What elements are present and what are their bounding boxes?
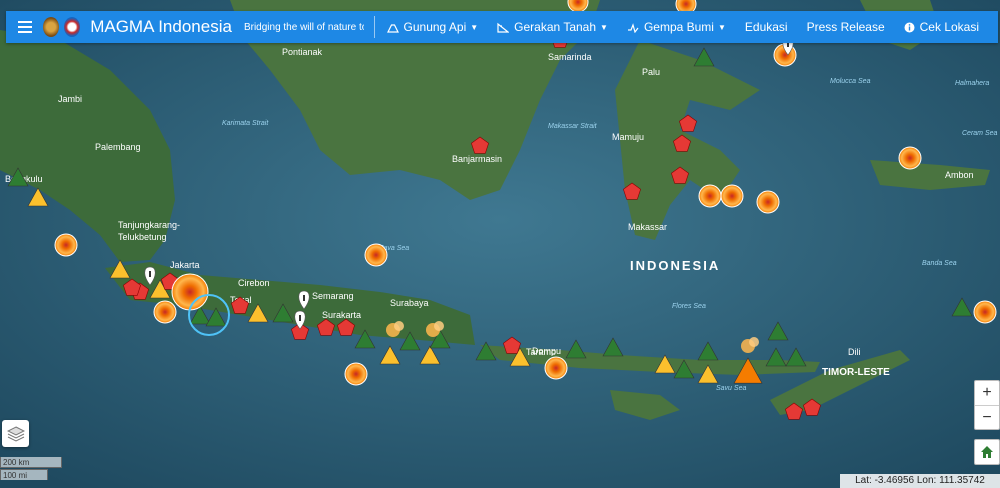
eruption-plume-icon xyxy=(434,321,444,331)
menu-gerakan-tanah-label: Gerakan Tanah xyxy=(514,20,597,34)
city-label: Mamuju xyxy=(612,132,644,142)
chevron-down-icon: ▼ xyxy=(470,22,479,32)
navbar-menu: Gunung Api ▼ Gerakan Tanah ▼ Gempa Bumi ▼ E… xyxy=(386,20,998,34)
top-navbar: MAGMA Indonesia Bridging the will of nat… xyxy=(6,11,998,43)
layers-button[interactable] xyxy=(2,420,29,447)
menu-gunung-api[interactable]: Gunung Api ▼ xyxy=(386,20,479,34)
menu-gempa-bumi[interactable]: Gempa Bumi ▼ xyxy=(627,20,726,34)
zoom-in-button[interactable]: + xyxy=(975,381,999,406)
city-label: Pontianak xyxy=(282,47,323,57)
city-label: Dili xyxy=(848,347,861,357)
sea-label: Banda Sea xyxy=(922,260,957,267)
layers-icon xyxy=(6,425,25,442)
earthquake-marker[interactable] xyxy=(54,233,78,257)
sea-label: Molucca Sea xyxy=(830,78,871,85)
sea-label: Ceram Sea xyxy=(962,130,998,137)
magma-logo xyxy=(64,17,81,37)
chevron-down-icon: ▼ xyxy=(717,22,726,32)
city-label: Surabaya xyxy=(390,298,429,308)
menu-gerakan-tanah[interactable]: Gerakan Tanah ▼ xyxy=(497,20,608,34)
eruption-plume-icon xyxy=(749,337,759,347)
zoom-control: + − xyxy=(974,380,1000,430)
earthquake-marker[interactable] xyxy=(171,273,209,311)
hamburger-menu-icon[interactable] xyxy=(18,11,36,43)
menu-cek-lokasi[interactable]: Cek Lokasi xyxy=(904,20,979,34)
esdm-logo xyxy=(42,17,59,37)
home-button[interactable] xyxy=(974,439,1000,465)
menu-gunung-api-label: Gunung Api xyxy=(403,20,467,34)
menu-edukasi-label: Edukasi xyxy=(744,20,788,34)
earthquake-icon xyxy=(627,22,639,33)
sea-label: Karimata Strait xyxy=(222,120,269,127)
brand-title[interactable]: MAGMA Indonesia xyxy=(90,17,232,37)
earthquake-marker[interactable] xyxy=(344,362,368,386)
menu-edukasi[interactable]: Edukasi xyxy=(745,20,788,34)
city-label: Jambi xyxy=(58,94,82,104)
info-pin-mark xyxy=(149,271,151,277)
home-icon xyxy=(981,446,993,458)
city-label: Surakarta xyxy=(322,310,361,320)
city-label: Telukbetung xyxy=(118,232,167,242)
city-label: Cirebon xyxy=(238,278,270,288)
sea-label: Halmahera xyxy=(955,80,989,87)
eruption-plume-icon xyxy=(394,321,404,331)
city-label: Semarang xyxy=(312,291,354,301)
earthquake-marker[interactable] xyxy=(698,184,722,208)
sea-label: Makassar Strait xyxy=(548,123,598,130)
map-canvas[interactable]: INDONESIA TIMOR-LESTE Pontianak Samarinda… xyxy=(0,0,1000,488)
city-label: Banjarmasin xyxy=(452,154,502,164)
info-icon xyxy=(904,22,915,32)
coordinate-readout: Lat: -3.46956 Lon: 111.35742 xyxy=(840,474,1000,488)
country-label: INDONESIA xyxy=(630,258,720,273)
menu-cek-lokasi-label: Cek Lokasi xyxy=(919,20,980,34)
chevron-down-icon: ▼ xyxy=(600,22,608,32)
earthquake-marker[interactable] xyxy=(364,243,388,267)
earthquake-marker[interactable] xyxy=(720,184,744,208)
landslide-icon xyxy=(497,22,510,33)
earthquake-marker[interactable] xyxy=(756,190,780,214)
neighbor-label: TIMOR-LESTE xyxy=(822,367,890,378)
earthquake-marker[interactable] xyxy=(544,356,568,380)
navbar-separator xyxy=(373,16,375,38)
info-pin-mark xyxy=(299,315,301,321)
zoom-out-button[interactable]: − xyxy=(975,406,999,430)
brand-tagline: Bridging the will of nature to society xyxy=(243,21,364,33)
city-label: Palu xyxy=(642,67,660,77)
city-label: Jakarta xyxy=(170,260,200,270)
volcano-icon xyxy=(386,23,399,33)
menu-press-release-label: Press Release xyxy=(806,20,885,34)
city-label: Taramo xyxy=(526,347,556,357)
sea-label: Savu Sea xyxy=(716,385,746,392)
info-pin-mark xyxy=(303,295,305,301)
city-label: Samarinda xyxy=(548,52,592,62)
city-label: Tanjungkarang- xyxy=(118,220,180,230)
city-label: Ambon xyxy=(945,170,974,180)
earthquake-marker[interactable] xyxy=(153,300,177,324)
city-label: Makassar xyxy=(628,222,667,232)
scale-km: 200 km xyxy=(0,457,62,468)
menu-gempa-bumi-label: Gempa Bumi xyxy=(643,20,714,34)
earthquake-marker[interactable] xyxy=(973,300,997,324)
earthquake-marker[interactable] xyxy=(898,146,922,170)
sea-label: Flores Sea xyxy=(672,303,706,310)
city-label: Palembang xyxy=(95,142,141,152)
scale-mi: 100 mi xyxy=(0,469,48,480)
menu-press-release[interactable]: Press Release xyxy=(807,20,885,34)
